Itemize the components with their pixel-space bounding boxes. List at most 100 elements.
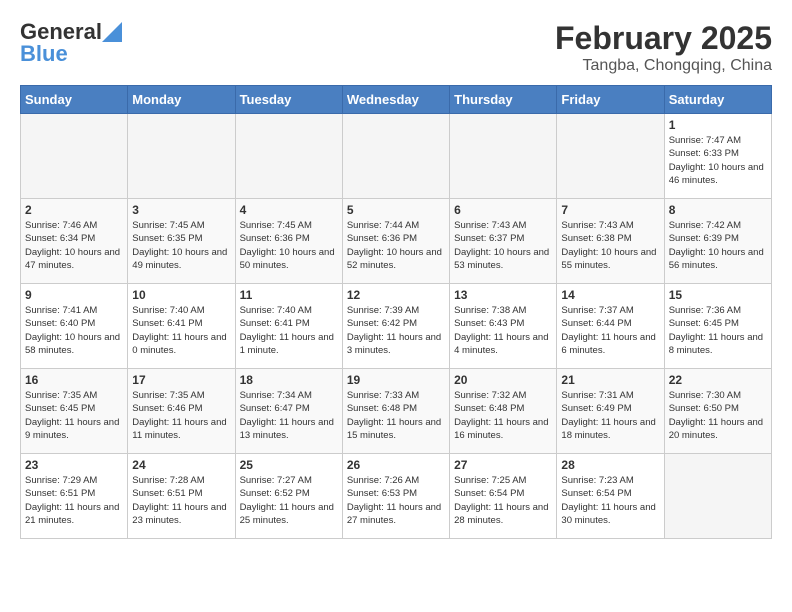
calendar-cell: 18 Sunrise: 7:34 AMSunset: 6:47 PMDayligh…	[235, 369, 342, 454]
day-info: Sunrise: 7:40 AMSunset: 6:41 PMDaylight:…	[240, 304, 338, 357]
day-number: 14	[561, 288, 659, 302]
day-of-week-header: Thursday	[450, 86, 557, 114]
calendar-cell	[450, 114, 557, 199]
day-number: 19	[347, 373, 445, 387]
day-number: 21	[561, 373, 659, 387]
day-number: 2	[25, 203, 123, 217]
calendar-cell	[557, 114, 664, 199]
day-info: Sunrise: 7:26 AMSunset: 6:53 PMDaylight:…	[347, 474, 445, 527]
day-info: Sunrise: 7:40 AMSunset: 6:41 PMDaylight:…	[132, 304, 230, 357]
calendar-cell: 7Sunrise: 7:43 AMSunset: 6:38 PMDaylight…	[557, 199, 664, 284]
day-info: Sunrise: 7:39 AMSunset: 6:42 PMDaylight:…	[347, 304, 445, 357]
calendar-cell: 3 Sunrise: 7:45 AMSunset: 6:35 PMDaylight…	[128, 199, 235, 284]
calendar-cell: 2 Sunrise: 7:46 AMSunset: 6:34 PMDaylight…	[21, 199, 128, 284]
calendar-cell: 17Sunrise: 7:35 AMSunset: 6:46 PMDayligh…	[128, 369, 235, 454]
day-info: Sunrise: 7:30 AMSunset: 6:50 PMDaylight:…	[669, 389, 767, 442]
day-info: Sunrise: 7:43 AMSunset: 6:37 PMDaylight:…	[454, 219, 552, 272]
calendar-cell: 27 Sunrise: 7:25 AMSunset: 6:54 PMDayligh…	[450, 454, 557, 539]
calendar-week-row: 9 Sunrise: 7:41 AMSunset: 6:40 PMDaylight…	[21, 284, 772, 369]
day-info: Sunrise: 7:41 AMSunset: 6:40 PMDaylight:…	[25, 304, 123, 357]
day-number: 23	[25, 458, 123, 472]
calendar-cell: 4Sunrise: 7:45 AMSunset: 6:36 PMDaylight…	[235, 199, 342, 284]
calendar-header-row: SundayMondayTuesdayWednesdayThursdayFrid…	[21, 86, 772, 114]
day-number: 28	[561, 458, 659, 472]
calendar-cell	[21, 114, 128, 199]
day-info: Sunrise: 7:47 AMSunset: 6:33 PMDaylight:…	[669, 134, 767, 187]
calendar-cell	[664, 454, 771, 539]
logo-icon	[102, 22, 122, 42]
day-info: Sunrise: 7:27 AMSunset: 6:52 PMDaylight:…	[240, 474, 338, 527]
calendar-cell	[342, 114, 449, 199]
calendar-cell: 19 Sunrise: 7:33 AMSunset: 6:48 PMDayligh…	[342, 369, 449, 454]
day-info: Sunrise: 7:25 AMSunset: 6:54 PMDaylight:…	[454, 474, 552, 527]
day-of-week-header: Wednesday	[342, 86, 449, 114]
day-number: 1	[669, 118, 767, 132]
calendar-cell: 6 Sunrise: 7:43 AMSunset: 6:37 PMDaylight…	[450, 199, 557, 284]
calendar-week-row: 2 Sunrise: 7:46 AMSunset: 6:34 PMDaylight…	[21, 199, 772, 284]
day-info: Sunrise: 7:43 AMSunset: 6:38 PMDaylight:…	[561, 219, 659, 272]
calendar-cell: 25 Sunrise: 7:27 AMSunset: 6:52 PMDayligh…	[235, 454, 342, 539]
day-number: 10	[132, 288, 230, 302]
calendar-cell: 11Sunrise: 7:40 AMSunset: 6:41 PMDayligh…	[235, 284, 342, 369]
calendar-cell: 8 Sunrise: 7:42 AMSunset: 6:39 PMDaylight…	[664, 199, 771, 284]
calendar-cell: 28 Sunrise: 7:23 AMSunset: 6:54 PMDayligh…	[557, 454, 664, 539]
calendar-cell: 13 Sunrise: 7:38 AMSunset: 6:43 PMDayligh…	[450, 284, 557, 369]
calendar-cell: 20Sunrise: 7:32 AMSunset: 6:48 PMDayligh…	[450, 369, 557, 454]
day-number: 25	[240, 458, 338, 472]
calendar-cell	[235, 114, 342, 199]
day-number: 27	[454, 458, 552, 472]
logo: General Blue	[20, 20, 122, 66]
calendar-cell: 24 Sunrise: 7:28 AMSunset: 6:51 PMDayligh…	[128, 454, 235, 539]
day-info: Sunrise: 7:45 AMSunset: 6:36 PMDaylight:…	[240, 219, 338, 272]
day-number: 18	[240, 373, 338, 387]
day-number: 9	[25, 288, 123, 302]
day-of-week-header: Saturday	[664, 86, 771, 114]
month-year-title: February 2025	[555, 20, 772, 57]
day-number: 13	[454, 288, 552, 302]
calendar-cell: 10 Sunrise: 7:40 AMSunset: 6:41 PMDayligh…	[128, 284, 235, 369]
calendar-cell: 22 Sunrise: 7:30 AMSunset: 6:50 PMDayligh…	[664, 369, 771, 454]
day-info: Sunrise: 7:29 AMSunset: 6:51 PMDaylight:…	[25, 474, 123, 527]
day-info: Sunrise: 7:33 AMSunset: 6:48 PMDaylight:…	[347, 389, 445, 442]
day-info: Sunrise: 7:46 AMSunset: 6:34 PMDaylight:…	[25, 219, 123, 272]
calendar-cell: 16Sunrise: 7:35 AMSunset: 6:45 PMDayligh…	[21, 369, 128, 454]
day-number: 15	[669, 288, 767, 302]
day-info: Sunrise: 7:35 AMSunset: 6:45 PMDaylight:…	[25, 389, 123, 442]
day-number: 5	[347, 203, 445, 217]
day-number: 24	[132, 458, 230, 472]
calendar-week-row: 1 Sunrise: 7:47 AMSunset: 6:33 PMDaylight…	[21, 114, 772, 199]
calendar-week-row: 16Sunrise: 7:35 AMSunset: 6:45 PMDayligh…	[21, 369, 772, 454]
day-of-week-header: Friday	[557, 86, 664, 114]
day-info: Sunrise: 7:38 AMSunset: 6:43 PMDaylight:…	[454, 304, 552, 357]
title-area: February 2025 Tangba, Chongqing, China	[555, 20, 772, 75]
day-of-week-header: Tuesday	[235, 86, 342, 114]
calendar-cell: 26Sunrise: 7:26 AMSunset: 6:53 PMDayligh…	[342, 454, 449, 539]
calendar-cell: 14 Sunrise: 7:37 AMSunset: 6:44 PMDayligh…	[557, 284, 664, 369]
day-info: Sunrise: 7:36 AMSunset: 6:45 PMDaylight:…	[669, 304, 767, 357]
calendar-cell: 15 Sunrise: 7:36 AMSunset: 6:45 PMDayligh…	[664, 284, 771, 369]
day-info: Sunrise: 7:35 AMSunset: 6:46 PMDaylight:…	[132, 389, 230, 442]
calendar-cell: 5 Sunrise: 7:44 AMSunset: 6:36 PMDaylight…	[342, 199, 449, 284]
calendar-cell: 23 Sunrise: 7:29 AMSunset: 6:51 PMDayligh…	[21, 454, 128, 539]
day-info: Sunrise: 7:32 AMSunset: 6:48 PMDaylight:…	[454, 389, 552, 442]
day-number: 22	[669, 373, 767, 387]
day-info: Sunrise: 7:37 AMSunset: 6:44 PMDaylight:…	[561, 304, 659, 357]
day-info: Sunrise: 7:28 AMSunset: 6:51 PMDaylight:…	[132, 474, 230, 527]
day-info: Sunrise: 7:23 AMSunset: 6:54 PMDaylight:…	[561, 474, 659, 527]
calendar-table: SundayMondayTuesdayWednesdayThursdayFrid…	[20, 85, 772, 539]
calendar-week-row: 23 Sunrise: 7:29 AMSunset: 6:51 PMDayligh…	[21, 454, 772, 539]
calendar-cell: 9 Sunrise: 7:41 AMSunset: 6:40 PMDaylight…	[21, 284, 128, 369]
day-number: 8	[669, 203, 767, 217]
day-info: Sunrise: 7:42 AMSunset: 6:39 PMDaylight:…	[669, 219, 767, 272]
day-of-week-header: Monday	[128, 86, 235, 114]
calendar-cell	[128, 114, 235, 199]
calendar-cell: 1 Sunrise: 7:47 AMSunset: 6:33 PMDaylight…	[664, 114, 771, 199]
day-number: 3	[132, 203, 230, 217]
day-info: Sunrise: 7:34 AMSunset: 6:47 PMDaylight:…	[240, 389, 338, 442]
location-subtitle: Tangba, Chongqing, China	[555, 57, 772, 75]
day-info: Sunrise: 7:31 AMSunset: 6:49 PMDaylight:…	[561, 389, 659, 442]
calendar-cell: 12Sunrise: 7:39 AMSunset: 6:42 PMDayligh…	[342, 284, 449, 369]
day-info: Sunrise: 7:44 AMSunset: 6:36 PMDaylight:…	[347, 219, 445, 272]
day-info: Sunrise: 7:45 AMSunset: 6:35 PMDaylight:…	[132, 219, 230, 272]
day-number: 6	[454, 203, 552, 217]
